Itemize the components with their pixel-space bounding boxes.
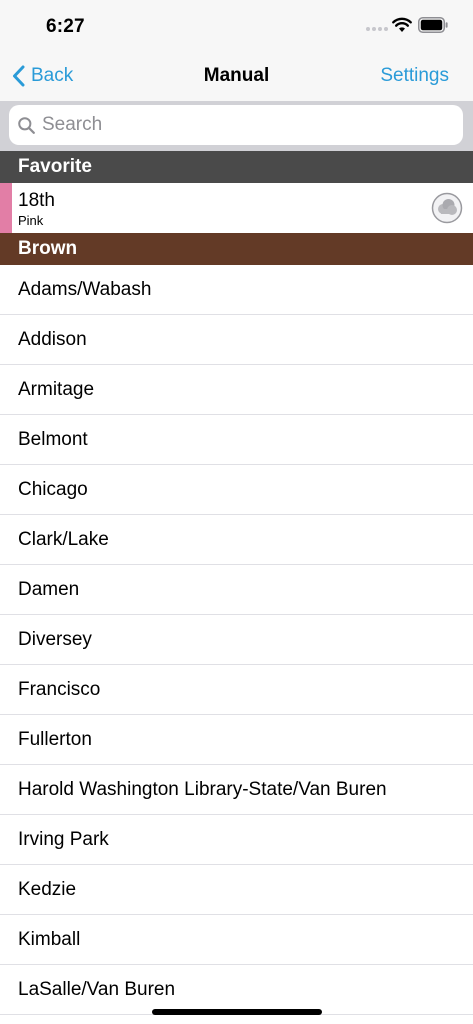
- station-row[interactable]: Chicago: [0, 465, 473, 515]
- station-row[interactable]: Harold Washington Library-State/Van Bure…: [0, 765, 473, 815]
- settings-button[interactable]: Settings: [380, 65, 449, 87]
- station-row[interactable]: Diversey: [0, 615, 473, 665]
- search-field[interactable]: [9, 105, 463, 145]
- home-indicator[interactable]: [152, 1009, 322, 1015]
- favorite-station-line: Pink: [18, 213, 44, 228]
- station-row[interactable]: Fullerton: [0, 715, 473, 765]
- section-header-favorite: Favorite: [0, 151, 473, 183]
- station-row[interactable]: Clark/Lake: [0, 515, 473, 565]
- search-bar: [0, 101, 473, 151]
- search-icon: [18, 117, 35, 134]
- status-time: 6:27: [46, 16, 85, 37]
- wifi-icon: [392, 17, 412, 32]
- station-row[interactable]: Adams/Wabash: [0, 265, 473, 315]
- station-row[interactable]: Addison: [0, 315, 473, 365]
- station-row[interactable]: Kimball: [0, 915, 473, 965]
- station-row[interactable]: Francisco: [0, 665, 473, 715]
- station-row[interactable]: Armitage: [0, 365, 473, 415]
- section-header-brown: Brown: [0, 233, 473, 265]
- station-row[interactable]: Damen: [0, 565, 473, 615]
- station-row[interactable]: LaSalle/Van Buren: [0, 965, 473, 1015]
- station-row[interactable]: Irving Park: [0, 815, 473, 865]
- favorite-station-name: 18th: [18, 190, 55, 211]
- favorite-station-row[interactable]: 18th Pink: [0, 183, 473, 233]
- station-row[interactable]: Kedzie: [0, 865, 473, 915]
- search-input[interactable]: [42, 105, 442, 145]
- status-bar: 6:27: [0, 0, 473, 50]
- navigation-bar: Back Manual Settings: [0, 50, 473, 101]
- station-row[interactable]: Belmont: [0, 415, 473, 465]
- station-list: Adams/Wabash Addison Armitage Belmont Ch…: [0, 265, 473, 1015]
- cellular-signal-icon: [366, 27, 388, 32]
- battery-icon: [418, 17, 448, 33]
- pink-line-stripe: [0, 183, 12, 233]
- cloud-icon: [431, 192, 463, 224]
